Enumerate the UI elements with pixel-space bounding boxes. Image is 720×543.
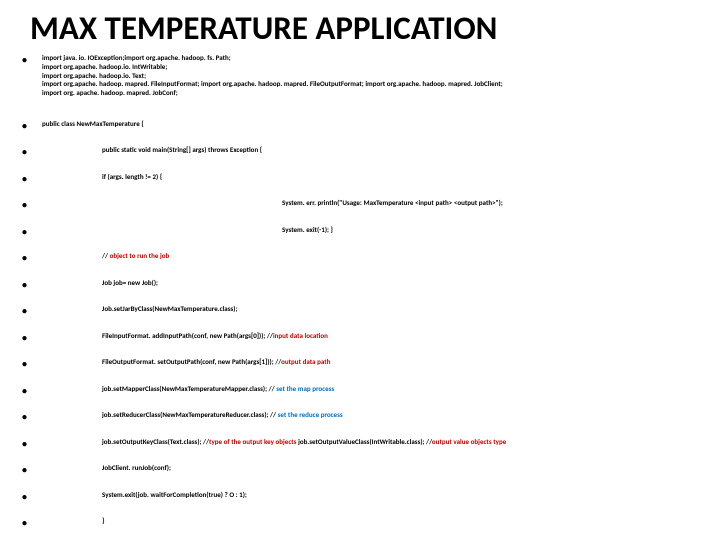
code-line: • System.exit(job. waitForCompletion(tru…: [20, 491, 700, 504]
slide: MAX TEMPERATURE APPLICATION • import jav…: [0, 0, 720, 543]
code-line: • // object to run the job: [20, 252, 700, 265]
bullet-icon: •: [20, 464, 42, 477]
code-line: • job.setMapperClass(NewMaxTemperatureMa…: [20, 385, 700, 398]
code-line: • public static void main(String[] args)…: [20, 146, 700, 159]
code-text: Job.setJarByClass(NewMaxTemperature.clas…: [42, 305, 700, 314]
code-text: JobClient. runJob(conf);: [42, 464, 700, 473]
code-text: FileOutputFormat. setOutputPath(conf, ne…: [42, 358, 700, 367]
code-line: • job.setOutputKeyClass(Text.class); //t…: [20, 438, 700, 451]
bullet-icon: •: [20, 120, 42, 133]
bullet-icon: •: [20, 54, 42, 67]
code-text: }: [42, 517, 700, 526]
code-text: public static void main(String[] args) t…: [42, 146, 700, 155]
code-line: • job.setReducerClass(NewMaxTemperatureR…: [20, 411, 700, 424]
code-text: public class NewMaxTemperature {: [42, 120, 700, 129]
bullet-icon: •: [20, 252, 42, 265]
code-line: • System. exit(-1); }: [20, 226, 700, 239]
bullet-icon: •: [20, 199, 42, 212]
code-text: if (args. length != 2) {: [42, 173, 700, 182]
code-text: job.setMapperClass(NewMaxTemperatureMapp…: [42, 385, 700, 394]
bullet-icon: •: [20, 305, 42, 318]
code-text: Job job= new Job();: [42, 279, 700, 288]
code-line: • FileInputFormat. addInputPath(conf, ne…: [20, 332, 700, 345]
bullet-icon: •: [20, 226, 42, 239]
code-line: • System. err. println("Usage: MaxTemper…: [20, 199, 700, 212]
code-line: • if (args. length != 2) {: [20, 173, 700, 186]
bullet-icon: •: [20, 491, 42, 504]
bullet-icon: •: [20, 358, 42, 371]
code-text: FileInputFormat. addInputPath(conf, new …: [42, 332, 700, 341]
code-line: • Job job= new Job();: [20, 279, 700, 292]
code-text: job.setOutputKeyClass(Text.class); //typ…: [42, 438, 700, 447]
code-text: System. exit(-1); }: [42, 226, 700, 235]
slide-title: MAX TEMPERATURE APPLICATION: [30, 8, 700, 48]
bullet-icon: •: [20, 385, 42, 398]
bullet-icon: •: [20, 438, 42, 451]
code-line: • FileOutputFormat. setOutputPath(conf, …: [20, 358, 700, 371]
bullet-icon: •: [20, 411, 42, 424]
bullet-icon: •: [20, 517, 42, 530]
code-text: job.setReducerClass(NewMaxTemperatureRed…: [42, 411, 700, 420]
code-line: • JobClient. runJob(conf);: [20, 464, 700, 477]
bullet-icon: •: [20, 146, 42, 159]
code-text: System.exit(job. waitForCompletion(true)…: [42, 491, 700, 500]
code-line: • import java. io. IOException;import or…: [20, 54, 700, 98]
code-line: • }: [20, 517, 700, 530]
bullet-icon: •: [20, 279, 42, 292]
bullet-icon: •: [20, 332, 42, 345]
code-text: // object to run the job: [42, 252, 700, 261]
code-line: • Job.setJarByClass(NewMaxTemperature.cl…: [20, 305, 700, 318]
code-text: System. err. println("Usage: MaxTemperat…: [42, 199, 700, 208]
bullet-icon: •: [20, 173, 42, 186]
code-line: • public class NewMaxTemperature {: [20, 120, 700, 133]
code-text: import java. io. IOException;import org.…: [42, 54, 700, 98]
